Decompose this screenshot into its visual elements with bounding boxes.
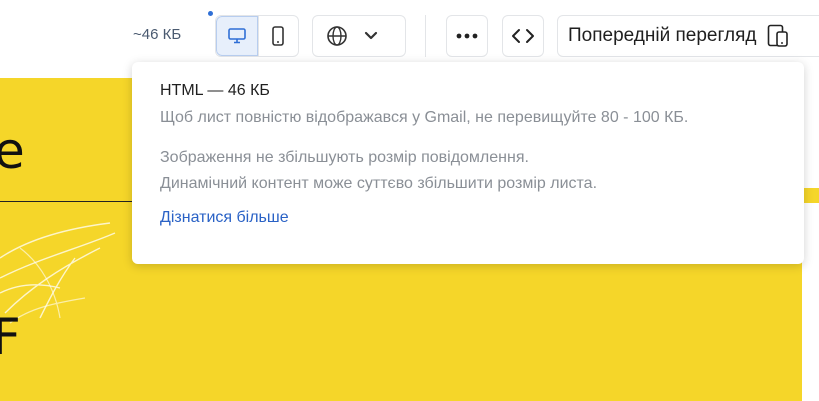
size-info-popover: HTML — 46 КБ Щоб лист повністю відобража… xyxy=(132,62,804,264)
email-heading-fragment: F xyxy=(0,308,21,366)
canvas-margin xyxy=(802,78,819,401)
mobile-icon xyxy=(272,26,285,46)
popover-gmail-note: Щоб лист повністю відображався у Gmail, … xyxy=(160,109,689,126)
more-horizontal-icon xyxy=(456,33,478,39)
email-edge-strip xyxy=(802,188,819,203)
popover-images-note: Зображення не збільшують розмір повідомл… xyxy=(160,149,529,166)
message-size-indicator[interactable]: ~46 КБ xyxy=(133,26,181,43)
mobile-view-button[interactable] xyxy=(257,16,299,56)
desktop-icon xyxy=(227,28,246,44)
code-icon xyxy=(512,29,534,43)
popover-dynamic-content-note: Динамічний контент може суттєво збільшит… xyxy=(160,175,598,192)
more-options-button[interactable] xyxy=(446,15,488,57)
device-switcher xyxy=(215,15,299,57)
email-heading-fragment: e xyxy=(0,122,25,180)
popover-title: HTML — 46 КБ xyxy=(160,82,270,99)
preview-button[interactable]: Попередній перегляд xyxy=(557,15,819,57)
toolbar-divider xyxy=(425,15,426,57)
globe-icon xyxy=(327,26,347,46)
code-view-button[interactable] xyxy=(502,15,544,57)
language-selector[interactable] xyxy=(312,15,406,57)
notification-dot xyxy=(208,11,213,16)
learn-more-link[interactable]: Дізнатися більше xyxy=(160,209,289,227)
preview-button-label: Попередній перегляд xyxy=(568,25,757,46)
email-divider-line xyxy=(0,201,145,202)
device-preview-icon xyxy=(768,24,789,47)
chevron-down-icon xyxy=(364,31,378,40)
desktop-view-button[interactable] xyxy=(216,16,258,56)
popover-spacer xyxy=(160,131,776,145)
